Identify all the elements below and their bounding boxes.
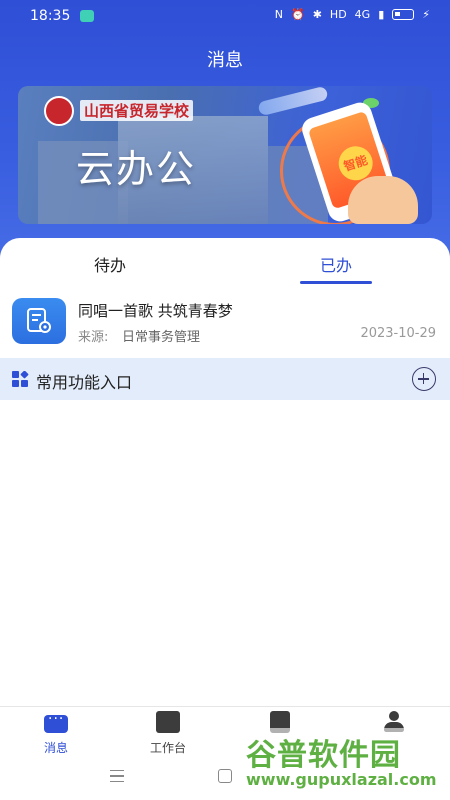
message-source-label: 来源: bbox=[78, 330, 109, 345]
nfc-icon: N bbox=[274, 8, 283, 21]
nav-workbench[interactable]: 工作台 bbox=[128, 711, 208, 756]
add-shortcut-button[interactable] bbox=[412, 367, 436, 391]
promo-banner[interactable]: 山西省贸易学校 云办公 智能 bbox=[18, 86, 432, 224]
message-item[interactable]: 同唱一首歌 共筑青春梦 来源: 日常事务管理 2023-10-29 bbox=[0, 290, 450, 352]
watermark-url: www.gupuxlazal.com bbox=[246, 770, 437, 789]
chat-app-icon bbox=[80, 10, 94, 22]
page-title: 消息 bbox=[207, 50, 243, 71]
status-time: 18:35 bbox=[30, 8, 71, 24]
decoration bbox=[257, 86, 329, 117]
status-bar: 18:35 N ⏰ ✱ HD 4G ▮ ⚡ bbox=[0, 0, 450, 32]
message-title: 同唱一首歌 共筑青春梦 bbox=[78, 302, 233, 320]
section-title: 常用功能入口 bbox=[36, 373, 133, 392]
battery-icon bbox=[392, 9, 415, 20]
message-icon bbox=[44, 711, 68, 733]
charging-icon: ⚡ bbox=[422, 8, 430, 21]
workbench-icon bbox=[156, 711, 180, 733]
shortcut-section-header: 常用功能入口 bbox=[0, 358, 450, 400]
tab-bar: 待办 已办 bbox=[0, 238, 450, 288]
tab-todo[interactable]: 待办 bbox=[94, 252, 126, 276]
alarm-icon: ⏰ bbox=[291, 8, 305, 21]
nav-label: 消息 bbox=[43, 741, 68, 755]
nav-messages[interactable]: 消息 bbox=[16, 711, 96, 756]
apps-grid-icon bbox=[12, 370, 30, 391]
nav-label: 工作台 bbox=[149, 741, 186, 755]
menu-icon[interactable] bbox=[110, 770, 124, 782]
active-tab-indicator bbox=[300, 281, 372, 284]
tab-done[interactable]: 已办 bbox=[320, 252, 352, 276]
watermark-title: 谷普软件园 bbox=[246, 738, 401, 773]
watermark: 谷普软件园 www.gupuxlazal.com bbox=[246, 728, 446, 796]
network-icon: 4G bbox=[354, 8, 371, 21]
banner-headline: 云办公 bbox=[76, 147, 197, 191]
signal-icon: ▮ bbox=[378, 8, 385, 21]
hand-illustration bbox=[348, 176, 418, 224]
message-date: 2023-10-29 bbox=[360, 326, 436, 341]
home-icon[interactable] bbox=[218, 769, 232, 783]
bluetooth-icon: ✱ bbox=[312, 8, 322, 21]
hd-icon: HD bbox=[329, 8, 347, 21]
school-logo-icon bbox=[44, 96, 74, 126]
message-source: 日常事务管理 bbox=[122, 330, 201, 345]
school-name: 山西省贸易学校 bbox=[80, 100, 194, 121]
document-settings-icon bbox=[12, 298, 66, 344]
status-icons: N ⏰ ✱ HD 4G ▮ ⚡ bbox=[275, 8, 430, 21]
